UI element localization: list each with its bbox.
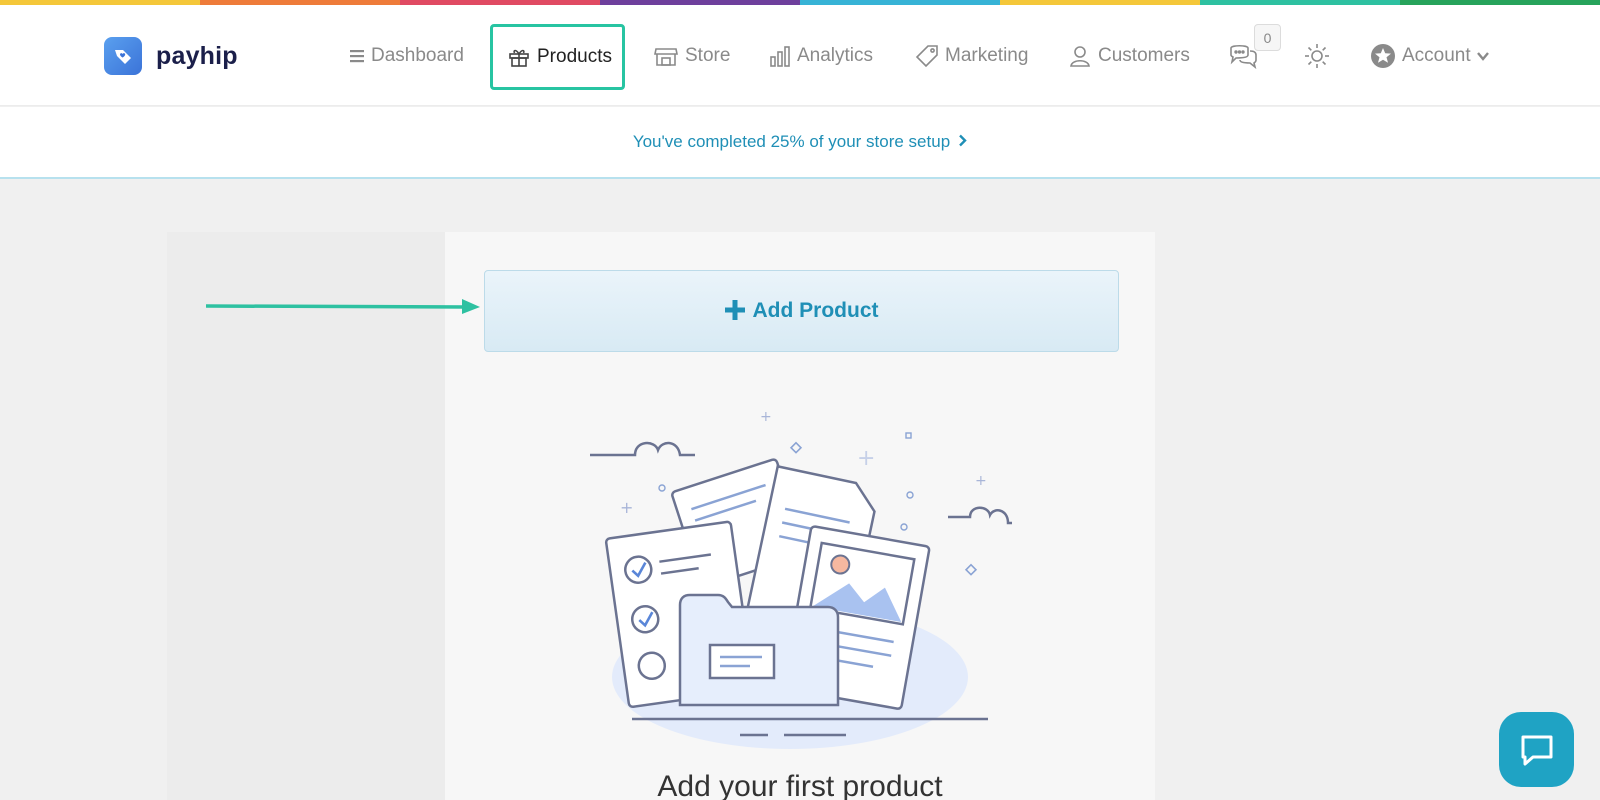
main-nav: Dashboard Products Store Analytics Marke… — [0, 5, 1600, 106]
user-icon — [1070, 45, 1090, 67]
nav-account-label: Account — [1402, 44, 1471, 66]
messages-count-badge: 0 — [1254, 24, 1281, 51]
nav-marketing[interactable]: Marketing — [915, 5, 1028, 106]
nav-customers-label: Customers — [1098, 44, 1190, 66]
nav-analytics-label: Analytics — [797, 44, 874, 66]
empty-state-title: Add your first product — [657, 770, 943, 800]
nav-store-label: Store — [685, 44, 731, 66]
menu-icon — [350, 49, 364, 62]
nav-store[interactable]: Store — [653, 5, 730, 106]
sun-icon — [1305, 43, 1329, 68]
add-product-button[interactable]: Add Product — [484, 270, 1119, 352]
add-product-label: Add Product — [752, 299, 879, 322]
tag-icon — [915, 44, 938, 67]
annotation-arrow-icon — [206, 299, 480, 314]
svg-text:+: + — [975, 473, 987, 489]
star-badge-icon — [1371, 43, 1395, 68]
nav-products-label: Products — [537, 46, 612, 67]
top-navigation-bar: payhip Dashboard Products Store Analytic… — [0, 5, 1600, 106]
help-chat-button[interactable] — [1499, 712, 1574, 787]
bar-chart-icon — [770, 45, 790, 67]
nav-account[interactable]: Account — [1370, 5, 1495, 106]
store-icon — [654, 47, 678, 66]
nav-analytics[interactable]: Analytics — [769, 5, 873, 106]
plus-icon — [724, 297, 745, 325]
theme-toggle[interactable] — [1303, 5, 1337, 106]
svg-text:+: + — [760, 409, 772, 425]
nav-marketing-label: Marketing — [945, 44, 1029, 66]
gift-icon — [509, 49, 529, 67]
empty-products-illustration: + + + + — [590, 409, 1012, 749]
store-setup-link[interactable]: You've completed 25% of your store setup — [633, 132, 950, 152]
store-setup-banner: You've completed 25% of your store setup — [0, 107, 1600, 179]
nav-dashboard-label: Dashboard — [371, 44, 464, 66]
speech-bubble-icon — [1521, 735, 1552, 765]
nav-dashboard[interactable]: Dashboard — [349, 5, 464, 106]
svg-text:+: + — [857, 446, 875, 471]
nav-customers[interactable]: Customers — [1068, 5, 1190, 106]
nav-messages[interactable] — [1228, 5, 1264, 106]
chevron-down-icon — [1476, 51, 1489, 61]
nav-products[interactable]: Products — [490, 24, 625, 90]
svg-text:+: + — [620, 498, 633, 517]
chevron-right-icon — [958, 134, 967, 151]
